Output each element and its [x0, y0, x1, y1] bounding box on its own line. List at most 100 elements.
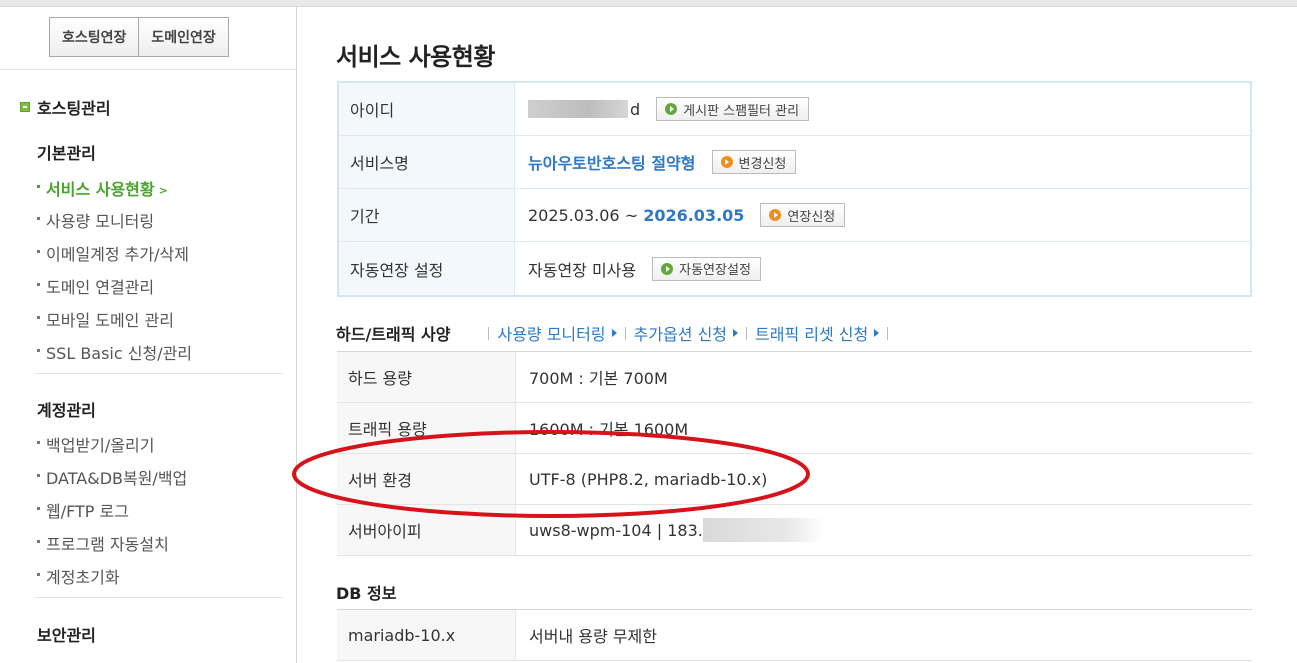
arrow-circle-icon [665, 103, 678, 115]
group-basic-title: 기본관리 [37, 144, 96, 163]
top-border [0, 0, 1297, 7]
sidebar-item-service-status[interactable]: 서비스 사용현황 > [37, 176, 168, 200]
bullet-icon [37, 250, 40, 253]
service-name-label: 서비스명 [339, 136, 515, 188]
service-name: 뉴아우토반호스팅 절약형 [528, 154, 696, 173]
server-ip-text: uws8-wpm-104 | 183. [529, 520, 703, 540]
bullet-icon [37, 507, 40, 510]
spec-links: 사용량 모니터링 추가옵션 신청 트래픽 리셋 신청 [480, 321, 896, 345]
table-row: 자동연장 설정 자동연장 미사용 자동연장설정 [339, 242, 1250, 295]
sidebar-item-usage-monitoring[interactable]: 사용량 모니터링 [37, 208, 154, 232]
divider [746, 326, 748, 340]
sidebar-item-label: 계정초기화 [46, 568, 120, 587]
server-env-value: UTF-8 (PHP8.2, mariadb-10.x) [529, 469, 768, 489]
service-name-value: 뉴아우토반호스팅 절약형 변경신청 [515, 136, 1250, 188]
table-row: 서비스명 뉴아우토반호스팅 절약형 변경신청 [339, 136, 1250, 189]
table-row: 서버 환경 UTF-8 (PHP8.2, mariadb-10.x) [337, 454, 1252, 505]
server-ip-label: 서버아이피 [337, 505, 516, 555]
bullet-icon [37, 316, 40, 319]
extend-request-button[interactable]: 연장신청 [760, 203, 846, 227]
sidebar-item-label: 서비스 사용현황 [46, 180, 155, 199]
divider [0, 69, 296, 70]
button-label: 자동연장설정 [679, 263, 751, 278]
redacted-ip [702, 518, 823, 542]
table-row: 아이디 d 게시판 스팸필터 관리 [339, 83, 1250, 136]
page-title: 서비스 사용현황 [336, 43, 495, 71]
bullet-icon [37, 217, 40, 220]
divider [35, 373, 283, 374]
triangle-right-icon [611, 329, 617, 337]
period-start: 2025.03.06 ~ [528, 205, 644, 225]
service-info-table: 아이디 d 게시판 스팸필터 관리 서비스명 뉴아우토반호스팅 절약형 변경신청… [337, 81, 1252, 297]
redacted-id [528, 100, 628, 118]
table-row: 서버아이피 uws8-wpm-104 | 183. [337, 505, 1252, 556]
collapse-icon [20, 102, 30, 112]
sidebar: 호스팅연장 도메인연장 호스팅관리 기본관리 서비스 사용현황 > 사용량 모니터… [0, 7, 297, 663]
sidebar-item-account-reset[interactable]: 계정초기화 [37, 564, 120, 588]
add-option-link[interactable]: 추가옵션 신청 [633, 321, 739, 345]
server-ip-value: uws8-wpm-104 | 183. [516, 505, 1252, 555]
db-type-label: mariadb-10.x [337, 610, 516, 660]
chevron-right-icon: > [158, 184, 168, 197]
spec-section-header: 하드/트래픽 사양 사용량 모니터링 추가옵션 신청 트래픽 리셋 신청 [336, 321, 896, 345]
sidebar-item-ssl[interactable]: SSL Basic 신청/관리 [37, 340, 192, 364]
bullet-icon [37, 441, 40, 444]
sidebar-item-db-restore[interactable]: DATA&DB복원/백업 [37, 465, 187, 489]
link-label: 사용량 모니터링 [497, 325, 606, 344]
db-section-header: DB 정보 [336, 580, 397, 604]
id-label: 아이디 [339, 83, 515, 135]
usage-monitoring-link[interactable]: 사용량 모니터링 [497, 321, 617, 345]
triangle-right-icon [733, 329, 739, 337]
domain-extend-button[interactable]: 도메인연장 [139, 17, 229, 57]
bullet-icon [37, 573, 40, 576]
table-row: 하드 용량 700M : 기본 700M [337, 352, 1252, 403]
button-label: 변경신청 [738, 156, 787, 172]
sidebar-item-domain-connect[interactable]: 도메인 연결관리 [37, 274, 154, 298]
sidebar-item-label: SSL Basic 신청/관리 [46, 344, 193, 363]
spam-filter-button[interactable]: 게시판 스팸필터 관리 [656, 97, 810, 121]
sidebar-item-label: 모바일 도메인 관리 [46, 311, 174, 330]
period-label: 기간 [339, 189, 515, 241]
table-row: mariadb-10.x 서버내 용량 무제한 [337, 610, 1252, 661]
disk-value: 700M : 기본 700M [529, 369, 668, 388]
section-title: DB 정보 [336, 584, 397, 603]
link-label: 트래픽 리셋 신청 [755, 325, 869, 344]
hosting-section-header[interactable]: 호스팅관리 [20, 95, 111, 119]
triangle-right-icon [874, 329, 880, 337]
sidebar-item-label: 웹/FTP 로그 [46, 502, 129, 521]
group-account-title: 계정관리 [37, 401, 96, 420]
sidebar-item-mobile-domain[interactable]: 모바일 도메인 관리 [37, 307, 174, 331]
section-title: 호스팅관리 [37, 99, 111, 118]
table-row: 트래픽 용량 1600M : 기본 1600M [337, 403, 1252, 454]
traffic-label: 트래픽 용량 [337, 403, 516, 453]
traffic-reset-link[interactable]: 트래픽 리셋 신청 [755, 321, 880, 345]
table-row: 기간 2025.03.06 ~ 2026.03.05 연장신청 [339, 189, 1250, 242]
id-value: d 게시판 스팸필터 관리 [515, 83, 1250, 135]
spec-table: 하드 용량 700M : 기본 700M 트래픽 용량 1600M : 기본 1… [337, 351, 1252, 556]
sidebar-item-label: 이메일계정 추가/삭제 [46, 245, 189, 264]
sidebar-item-email-accounts[interactable]: 이메일계정 추가/삭제 [37, 241, 189, 265]
bullet-icon [37, 540, 40, 543]
button-label: 게시판 스팸필터 관리 [683, 103, 800, 119]
sidebar-item-label: 백업받기/올리기 [46, 436, 155, 455]
auto-renew-setting-button[interactable]: 자동연장설정 [652, 256, 761, 281]
id-suffix: d [630, 99, 641, 119]
arrow-circle-icon [661, 262, 674, 275]
arrow-circle-icon [769, 209, 782, 221]
disk-label: 하드 용량 [337, 352, 516, 402]
sidebar-item-backup[interactable]: 백업받기/올리기 [37, 432, 154, 456]
sidebar-item-label: DATA&DB복원/백업 [46, 469, 188, 488]
auto-renew-value: 자동연장 미사용 자동연장설정 [515, 242, 1250, 295]
auto-renew-label: 자동연장 설정 [339, 242, 515, 295]
db-table: mariadb-10.x 서버내 용량 무제한 [337, 609, 1252, 661]
hosting-extend-button[interactable]: 호스팅연장 [49, 17, 140, 57]
bullet-icon [37, 349, 40, 352]
button-label: 연장신청 [787, 209, 836, 225]
section-title: 하드/트래픽 사양 [336, 325, 451, 344]
period-end: 2026.03.05 [643, 205, 745, 225]
link-label: 추가옵션 신청 [633, 325, 728, 344]
sidebar-item-auto-install[interactable]: 프로그램 자동설치 [37, 531, 169, 555]
arrow-circle-icon [720, 156, 733, 168]
change-request-button[interactable]: 변경신청 [711, 150, 797, 174]
sidebar-item-web-ftp-log[interactable]: 웹/FTP 로그 [37, 498, 129, 522]
